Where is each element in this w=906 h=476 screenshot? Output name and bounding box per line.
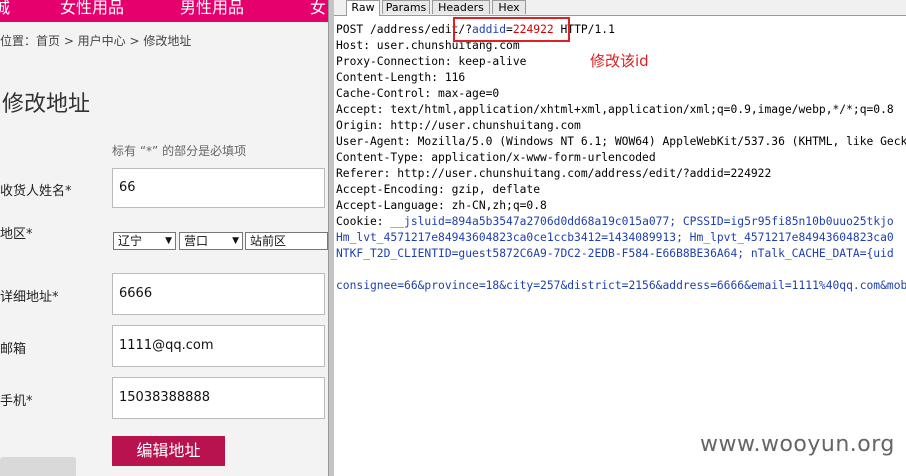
province-value: 辽宁 — [118, 234, 143, 248]
bottom-left-button[interactable] — [0, 457, 76, 476]
email-field-value: 1111@qq.com — [119, 338, 214, 353]
name-label: 收货人姓名* — [0, 184, 72, 199]
region-label: 地区* — [0, 227, 33, 242]
tab-raw[interactable]: Raw — [346, 0, 380, 16]
city-value: 营口 — [184, 234, 209, 248]
district-value: 站前区 — [250, 234, 287, 248]
chevron-down-icon: ▼ — [232, 236, 239, 246]
cookie-line-2: Hm_lvt_4571217e84943604823ca0ce1ccb3412=… — [336, 231, 894, 244]
city-select[interactable]: 营口 ▼ — [179, 232, 243, 250]
cookie-line-3: NTKF_T2D_CLIENTID=guest5872C6A9-7DC2-2ED… — [336, 247, 894, 260]
name-field[interactable]: 66 — [112, 168, 325, 208]
nav-item-partial-right[interactable]: 女 — [310, 0, 326, 18]
tab-hex[interactable]: Hex — [492, 0, 526, 14]
watermark: www.wooyun.org — [700, 432, 895, 457]
email-field[interactable]: 1111@qq.com — [112, 325, 325, 367]
cookie-values: __jsluid=894a5b3547a2706d0dd68a19c015a07… — [390, 215, 894, 228]
chevron-down-icon: ▼ — [165, 236, 172, 246]
header-accept: Accept: text/html,application/xhtml+xml,… — [336, 103, 894, 116]
address-label: 详细地址* — [0, 290, 59, 305]
header-accept-language: Accept-Language: zh-CN,zh;q=0.8 — [336, 199, 547, 212]
page-title: 修改地址 — [2, 92, 91, 117]
header-referer: Referer: http://user.chunshuitang.com/ad… — [336, 167, 772, 180]
district-select[interactable]: 站前区 — [245, 232, 328, 250]
web-page-pane: 城 女性用品 男性用品 女 位置：首页 > 用户中心 > 修改地址 修改地址 标… — [0, 0, 328, 476]
top-nav-bar: 城 女性用品 男性用品 女 — [0, 0, 328, 22]
phone-field-value: 15038388888 — [119, 390, 210, 405]
highlight-box — [453, 17, 570, 42]
tab-headers[interactable]: Headers — [432, 0, 490, 14]
request-line: POST /address/edit/?addid=224922 HTTP/1.… — [336, 23, 615, 36]
province-select[interactable]: 辽宁 ▼ — [113, 232, 176, 250]
editor-tab-bar: Raw Params Headers Hex — [334, 0, 906, 16]
address-field[interactable]: 6666 — [112, 273, 325, 315]
breadcrumb: 位置：首页 > 用户中心 > 修改地址 — [0, 34, 192, 48]
burp-request-pane: Raw Params Headers Hex POST /address/edi… — [334, 0, 906, 476]
header-origin: Origin: http://user.chunshuitang.com — [336, 119, 581, 132]
header-accept-encoding: Accept-Encoding: gzip, deflate — [336, 183, 541, 196]
header-cookie: Cookie: __jsluid=894a5b3547a2706d0dd68a1… — [336, 215, 894, 228]
header-content-type: Content-Type: application/x-www-form-url… — [336, 151, 656, 164]
annotation-text: 修改该id — [590, 52, 649, 70]
edit-address-button[interactable]: 编辑地址 — [112, 436, 225, 466]
nav-item-women[interactable]: 女性用品 — [60, 0, 124, 18]
header-user-agent: User-Agent: Mozilla/5.0 (Windows NT 6.1;… — [336, 135, 906, 148]
required-note: 标有 “*” 的部分是必填项 — [112, 144, 247, 158]
tab-params[interactable]: Params — [382, 0, 430, 14]
request-body: consignee=66&province=18&city=257&distri… — [336, 279, 906, 292]
phone-label: 手机* — [0, 394, 33, 409]
nav-item-men[interactable]: 男性用品 — [180, 0, 244, 18]
address-field-value: 6666 — [119, 286, 153, 301]
header-cache-control: Cache-Control: max-age=0 — [336, 87, 500, 100]
phone-field[interactable]: 15038388888 — [112, 377, 325, 419]
header-content-length: Content-Length: 116 — [336, 71, 466, 84]
nav-item-partial[interactable]: 城 — [0, 0, 10, 18]
email-label: 邮箱 — [0, 342, 27, 357]
name-field-value: 66 — [119, 180, 136, 195]
